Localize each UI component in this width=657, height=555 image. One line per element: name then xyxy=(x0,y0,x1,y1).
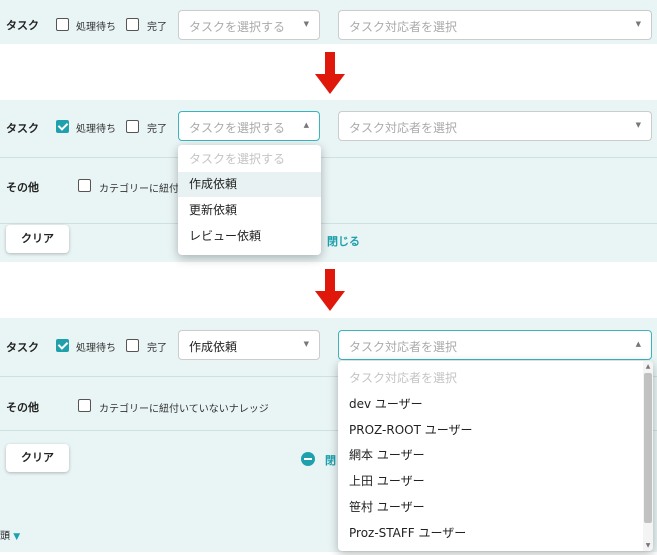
dropdown-option[interactable]: 網本 ユーザー xyxy=(338,443,653,468)
dropdown-scrollbar[interactable]: ▲ ▼ xyxy=(643,361,653,551)
scroll-down-arrow-icon[interactable]: ▼ xyxy=(644,542,652,549)
done-label: 完了 xyxy=(147,22,167,33)
close-link[interactable]: 閉じる xyxy=(327,233,360,249)
task-select-placeholder: タスクを選択する xyxy=(189,20,286,34)
minus-circle-icon[interactable] xyxy=(301,452,315,466)
scrollbar-thumb[interactable] xyxy=(644,373,652,523)
assignee-select[interactable]: タスク対応者を選択 ▼ xyxy=(338,10,652,40)
chevron-down-icon: ▼ xyxy=(303,20,309,28)
filter-panel-1: タスク 処理待ち 完了 タスクを選択する ▼ タスク対応者を選択 ▼ xyxy=(0,0,657,44)
task-label: タスク xyxy=(6,341,39,354)
dropdown-option[interactable]: dev ユーザー xyxy=(338,392,653,417)
assignee-select-placeholder: タスク対応者を選択 xyxy=(349,340,458,354)
pending-label: 処理待ち xyxy=(76,124,116,135)
row-divider xyxy=(0,223,657,224)
task-select-placeholder: タスクを選択する xyxy=(189,121,286,135)
pending-label: 処理待ち xyxy=(76,22,116,33)
task-label: タスク xyxy=(6,19,39,32)
assignee-select-placeholder: タスク対応者を選択 xyxy=(349,20,458,34)
done-label: 完了 xyxy=(147,124,167,135)
category-checkbox[interactable] xyxy=(78,399,91,412)
dropdown-option[interactable]: 上田 ユーザー xyxy=(338,469,653,494)
category-checkbox[interactable] xyxy=(78,179,91,192)
clear-button[interactable]: クリア xyxy=(6,225,69,253)
row-divider xyxy=(0,157,657,158)
chevron-up-icon: ▲ xyxy=(303,121,309,129)
task-select-open[interactable]: タスクを選択する ▲ xyxy=(178,111,320,141)
task-select-value: 作成依頼 xyxy=(189,340,238,354)
dropdown-option[interactable]: 笹村 ユーザー xyxy=(338,495,653,520)
done-label: 完了 xyxy=(147,343,167,354)
close-link[interactable]: 閉 xyxy=(325,452,336,468)
chevron-up-icon: ▲ xyxy=(635,340,641,348)
assignee-select[interactable]: タスク対応者を選択 ▼ xyxy=(338,111,652,141)
assignee-dropdown-menu: タスク対応者を選択 dev ユーザー PROZ-ROOT ユーザー 網本 ユーザ… xyxy=(338,361,653,551)
dropdown-option[interactable]: 更新依頼 xyxy=(178,198,321,223)
dropdown-option-placeholder: タスクを選択する xyxy=(189,152,286,166)
assignee-select-open[interactable]: タスク対応者を選択 ▲ xyxy=(338,330,652,360)
section-toggle-label[interactable]: 頭 ▼ xyxy=(0,527,20,542)
assignee-select-placeholder: タスク対応者を選択 xyxy=(349,121,458,135)
other-label: その他 xyxy=(6,181,39,194)
cut-off-label: 頭 xyxy=(0,531,10,542)
scroll-up-arrow-icon[interactable]: ▲ xyxy=(644,363,652,370)
dropdown-option[interactable]: PROZ-ROOT ユーザー xyxy=(338,418,653,443)
done-checkbox[interactable] xyxy=(126,18,139,31)
pending-checkbox-checked[interactable] xyxy=(56,120,69,133)
done-checkbox[interactable] xyxy=(126,339,139,352)
dropdown-option-placeholder: タスク対応者を選択 xyxy=(349,371,458,385)
pending-checkbox-checked[interactable] xyxy=(56,339,69,352)
category-label: カテゴリーに紐付いていないナレッジ xyxy=(99,404,269,415)
red-down-arrow-icon xyxy=(315,52,345,94)
chevron-down-icon: ▼ xyxy=(303,340,309,348)
chevron-down-icon: ▼ xyxy=(635,20,641,28)
other-label: その他 xyxy=(6,401,39,414)
task-select[interactable]: タスクを選択する ▼ xyxy=(178,10,320,40)
clear-button[interactable]: クリア xyxy=(6,444,69,472)
task-label: タスク xyxy=(6,122,39,135)
pending-label: 処理待ち xyxy=(76,343,116,354)
filter-panel-2: タスク 処理待ち 完了 タスクを選択する ▲ タスク対応者を選択 ▼ その他 カ… xyxy=(0,100,657,262)
dropdown-option[interactable]: Proz-STAFF ユーザー xyxy=(338,521,653,546)
chevron-down-icon: ▼ xyxy=(635,121,641,129)
task-select[interactable]: 作成依頼 ▼ xyxy=(178,330,320,360)
done-checkbox[interactable] xyxy=(126,120,139,133)
task-dropdown-menu: タスクを選択する 作成依頼 更新依頼 レビュー依頼 xyxy=(178,145,321,255)
pending-checkbox[interactable] xyxy=(56,18,69,31)
category-label: カテゴリーに紐付 xyxy=(99,184,179,195)
red-down-arrow-icon xyxy=(315,269,345,311)
dropdown-option[interactable]: 作成依頼 xyxy=(178,172,321,197)
dropdown-option[interactable]: レビュー依頼 xyxy=(178,224,321,249)
chevron-down-icon: ▼ xyxy=(13,532,21,542)
